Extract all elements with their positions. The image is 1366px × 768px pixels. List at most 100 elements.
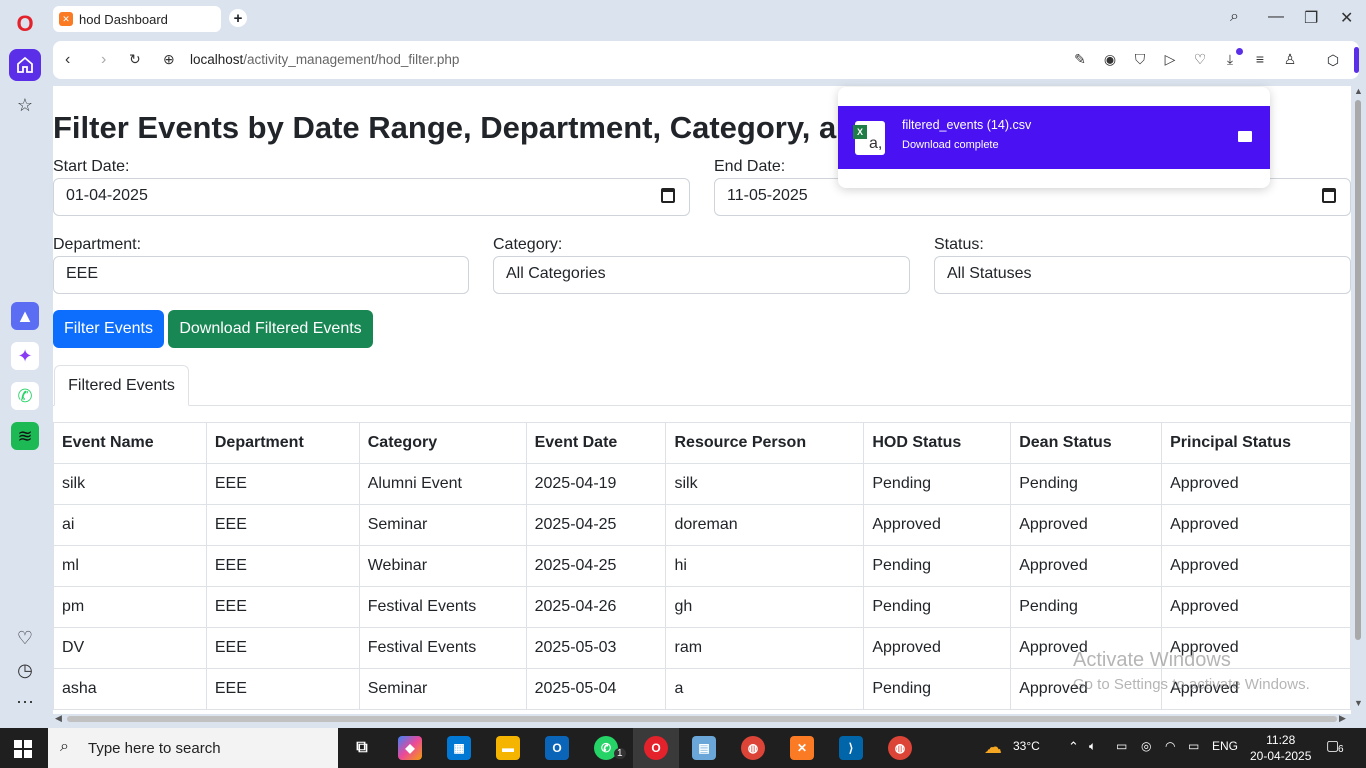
calendar-icon[interactable]: [661, 188, 675, 203]
notepad-icon[interactable]: ▤: [692, 736, 716, 760]
vscode-icon[interactable]: ⟩: [839, 736, 863, 760]
reload-icon[interactable]: ↻: [129, 51, 141, 68]
header-category: Category: [358, 422, 527, 464]
filter-events-button[interactable]: Filter Events: [53, 310, 164, 348]
cell-event-name: ai: [53, 504, 207, 546]
wifi-icon[interactable]: ◠: [1165, 739, 1175, 753]
scroll-right-arrow-icon[interactable]: ▶: [1339, 713, 1346, 724]
home-icon[interactable]: [9, 49, 41, 81]
task-view-icon[interactable]: ⧉: [350, 736, 374, 760]
cell-resource-person: ram: [665, 627, 865, 669]
download-filtered-events-button[interactable]: Download Filtered Events: [168, 310, 373, 348]
language-indicator[interactable]: ENG: [1212, 739, 1238, 753]
chrome-icon[interactable]: ◍: [741, 736, 765, 760]
minimize-icon[interactable]: —: [1268, 8, 1284, 26]
xampp-icon[interactable]: ✕: [790, 736, 814, 760]
status-select[interactable]: All Statuses: [934, 256, 1351, 294]
calendar-icon[interactable]: [1322, 188, 1336, 203]
adblock-shield-icon[interactable]: ⛉: [1131, 50, 1149, 68]
chrome-profile-icon[interactable]: ◍: [888, 736, 912, 760]
new-tab-button[interactable]: +: [229, 9, 247, 27]
restore-icon[interactable]: ❐: [1304, 8, 1318, 28]
search-tabs-icon[interactable]: ⌕: [1230, 8, 1239, 26]
notification-count: 6: [1338, 744, 1344, 755]
cell-event-name: pm: [53, 586, 207, 628]
cell-event-date: 2025-04-19: [525, 463, 667, 505]
header-event-name: Event Name: [53, 422, 207, 464]
show-in-folder-icon[interactable]: [1238, 131, 1252, 142]
search-placeholder: Type here to search: [88, 739, 221, 757]
windows-start-icon[interactable]: [14, 740, 32, 758]
speaker-icon[interactable]: 🔈︎: [1089, 739, 1096, 754]
download-file-name: filtered_events (14).csv: [902, 118, 1032, 132]
taskbar-search-box[interactable]: ⌕ Type here to search: [48, 728, 338, 768]
status-label: Status:: [934, 236, 984, 253]
weather-temp[interactable]: 33°C: [1013, 739, 1040, 753]
start-date-input[interactable]: 01-04-2025: [53, 178, 690, 216]
category-label: Category:: [493, 236, 563, 253]
camera-icon[interactable]: ◉: [1101, 50, 1119, 68]
meet-now-icon[interactable]: ▭: [1116, 739, 1127, 753]
department-input[interactable]: EEE: [53, 256, 469, 294]
category-select[interactable]: All Categories: [493, 256, 910, 294]
tab-filtered-events[interactable]: Filtered Events: [54, 365, 189, 406]
edit-icon[interactable]: ✎: [1071, 50, 1089, 68]
forward-icon[interactable]: ›: [101, 51, 106, 69]
messenger-icon[interactable]: ✦: [11, 342, 39, 370]
opera-logo-icon[interactable]: O: [9, 8, 41, 40]
battery-icon[interactable]: ▭: [1188, 739, 1199, 753]
excel-file-icon: X a,: [853, 121, 885, 155]
heart-icon[interactable]: ♡: [1191, 50, 1209, 68]
url-field[interactable]: localhost/activity_management/hod_filter…: [190, 52, 459, 67]
table-row: ml EEE Webinar 2025-04-25 hi Pending App…: [53, 545, 1351, 587]
site-info-globe-icon[interactable]: ⊕: [163, 51, 175, 68]
status-value: All Statuses: [947, 265, 1032, 282]
spotify-icon[interactable]: ≋: [11, 422, 39, 450]
show-hidden-icons-icon[interactable]: ⌃: [1068, 739, 1079, 755]
close-icon[interactable]: ✕: [1340, 8, 1353, 28]
opera-taskbar-icon[interactable]: O: [644, 736, 668, 760]
scroll-down-arrow-icon[interactable]: ▼: [1354, 698, 1363, 708]
sidebar-accent-bar: [1354, 47, 1359, 73]
header-hod-status: HOD Status: [863, 422, 1012, 464]
end-date-value: 11-05-2025: [727, 187, 808, 204]
aria-app-icon[interactable]: ▲: [11, 302, 39, 330]
bookmarks-star-icon[interactable]: ☆: [9, 89, 41, 121]
taskbar-clock[interactable]: 11:28 20-04-2025: [1250, 732, 1311, 764]
microsoft-store-icon[interactable]: ▦: [447, 736, 471, 760]
cell-hod-status: Approved: [863, 504, 1012, 546]
back-icon[interactable]: ‹: [65, 51, 70, 69]
cell-resource-person: a: [665, 668, 865, 710]
browser-tab[interactable]: ✕ hod Dashboard: [53, 6, 221, 32]
weather-icon[interactable]: ☁: [984, 737, 1002, 758]
scroll-left-arrow-icon[interactable]: ◀: [55, 713, 62, 724]
file-explorer-icon[interactable]: ▬: [496, 736, 520, 760]
copilot-icon[interactable]: ◆: [398, 736, 422, 760]
cell-category: Festival Events: [358, 627, 527, 669]
flow-send-icon[interactable]: ▷: [1161, 50, 1179, 68]
watermark-line1: Activate Windows: [1073, 649, 1231, 671]
cell-event-name: asha: [53, 668, 207, 710]
cell-category: Webinar: [358, 545, 527, 587]
vertical-scrollbar[interactable]: ▲ ▼: [1352, 86, 1364, 714]
more-dots-icon[interactable]: ⋯: [9, 686, 41, 718]
department-label: Department:: [53, 236, 142, 253]
header-department: Department: [205, 422, 360, 464]
cell-resource-person: hi: [665, 545, 865, 587]
whatsapp-icon[interactable]: ✆: [11, 382, 39, 410]
vertical-scroll-thumb[interactable]: [1355, 100, 1361, 640]
outlook-icon[interactable]: O: [545, 736, 569, 760]
cell-category: Seminar: [358, 668, 527, 710]
heart-icon[interactable]: ♡: [9, 622, 41, 654]
scroll-up-arrow-icon[interactable]: ▲: [1354, 86, 1363, 96]
horizontal-scrollbar[interactable]: ◀ ▶: [53, 713, 1351, 725]
network-icon[interactable]: ◎: [1141, 739, 1151, 753]
download-item[interactable]: X a, filtered_events (14).csv Download c…: [838, 106, 1270, 169]
extensions-cube-icon[interactable]: ⬡: [1319, 46, 1347, 74]
cell-event-date: 2025-04-25: [525, 545, 667, 587]
profile-icon[interactable]: ♙: [1281, 50, 1299, 68]
page-title: Filter Events by Date Range, Department,…: [53, 110, 856, 145]
horizontal-scroll-thumb[interactable]: [67, 716, 1337, 722]
easy-setup-icon[interactable]: ≡: [1251, 50, 1269, 68]
history-clock-icon[interactable]: ◷: [9, 654, 41, 686]
